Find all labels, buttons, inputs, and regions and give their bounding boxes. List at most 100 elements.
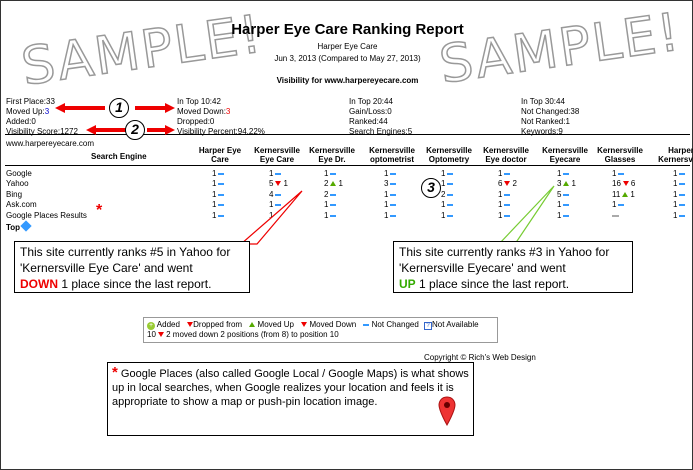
- column-header: Kernersville Eyecare: [542, 146, 588, 164]
- rank-cell: 1: [673, 211, 686, 220]
- rank-cell: 1: [673, 169, 686, 178]
- not-changed-icon: [679, 182, 686, 185]
- rank-cell: 31: [557, 179, 576, 188]
- copyright: Copyright © Rich's Web Design: [424, 353, 536, 362]
- moved-up-icon: [622, 192, 629, 198]
- report-date-range: Jun 3, 2013 (Compared to May 27, 2013): [274, 54, 421, 63]
- not-changed-icon: [218, 182, 225, 185]
- rank-cell: 1: [324, 200, 337, 209]
- report-title: Harper Eye Care Ranking Report: [231, 21, 464, 38]
- not-changed-icon: [390, 214, 397, 217]
- not-changed-icon: [447, 172, 454, 175]
- engine-yahoo: Yahoo: [6, 179, 29, 188]
- top-diamond-icon: [20, 220, 32, 232]
- not-changed-icon: [618, 172, 625, 175]
- rank-cell: 1: [498, 200, 511, 209]
- column-header: HarperKernersville: [658, 146, 693, 164]
- not-changed-icon: [275, 214, 282, 217]
- not-changed-icon: [447, 182, 454, 185]
- not-changed-icon: [390, 172, 397, 175]
- column-header: Kernersville Eye Care: [254, 146, 300, 164]
- column-header: Kernersville Eye doctor: [483, 146, 529, 164]
- legend-example: 10 2 moved down 2 positions (from 8) to …: [147, 330, 339, 339]
- column-header: Kernersville optometrist: [369, 146, 415, 164]
- not-changed-icon: [330, 214, 337, 217]
- not-changed-icon: [330, 203, 337, 206]
- engine-ask: Ask.com: [6, 200, 37, 209]
- callout-badge-1: 1: [109, 98, 129, 118]
- not-changed-icon: [390, 182, 397, 185]
- not-changed-icon: [275, 203, 282, 206]
- engine-bing: Bing: [6, 190, 23, 199]
- added-icon: +: [147, 322, 155, 330]
- visibility-label: Visibility for www.harpereyecare.com: [276, 76, 419, 85]
- stat-in-top-30: In Top 30:44: [521, 97, 565, 106]
- stat-gain-loss: Gain/Loss:0: [349, 107, 392, 116]
- stat-moved-up: Moved Up:3: [6, 107, 50, 116]
- moved-down-icon: [275, 181, 282, 187]
- site-url[interactable]: www.harpereyecare.com: [6, 139, 94, 148]
- not-changed-icon: [679, 172, 686, 175]
- stat-not-ranked: Not Ranked:1: [521, 117, 570, 126]
- rank-cell: 3: [384, 179, 397, 188]
- not-changed-icon: [218, 193, 225, 196]
- rank-cell: 1: [384, 190, 397, 199]
- not-changed-icon: [330, 172, 337, 175]
- not-changed-icon: [218, 214, 225, 217]
- not-changed-icon: [390, 203, 397, 206]
- rank-cell: 1: [269, 169, 282, 178]
- note-text: Google Places (also called Google Local …: [112, 368, 469, 408]
- not-changed-icon: [679, 214, 686, 217]
- rank-cell: 1: [324, 211, 337, 220]
- top-link[interactable]: Top: [6, 220, 32, 232]
- rank-cell: 51: [269, 179, 288, 188]
- rank-cell: 2: [441, 190, 454, 199]
- rank-cell: 1: [673, 179, 686, 188]
- not-changed-icon: [218, 203, 225, 206]
- not-changed-icon: [504, 193, 511, 196]
- not-changed-icon: [218, 172, 225, 175]
- map-pin-icon: [438, 396, 456, 426]
- rank-cell: 1: [212, 169, 225, 178]
- arrow-left-icon: [86, 125, 126, 135]
- rank-cell: 16 6: [612, 179, 636, 188]
- rank-cell: [612, 211, 619, 220]
- callout-yahoo-rank-5: This site currently ranks #5 in Yahoo fo…: [14, 241, 250, 293]
- report-frame: SAMPLE! SAMPLE! Harper Eye Care Ranking …: [0, 0, 693, 470]
- rank-cell: 1: [441, 179, 454, 188]
- rank-cell: 1: [673, 200, 686, 209]
- rank-cell: 1: [212, 211, 225, 220]
- rank-cell: 1: [673, 190, 686, 199]
- moved-up-icon: [330, 181, 337, 187]
- callout-badge-3: 3: [421, 178, 441, 198]
- not-changed-icon: [447, 193, 454, 196]
- legend-not-available: ? Not Available: [424, 320, 479, 330]
- not-changed-icon: [679, 193, 686, 196]
- rank-cell: 1: [498, 190, 511, 199]
- rank-cell: 1: [557, 211, 570, 220]
- rank-cell: 1: [384, 211, 397, 220]
- legend-moved-up: Moved Up: [247, 320, 294, 329]
- column-header: Kernersville Optometry: [426, 146, 472, 164]
- rank-cell: 1: [612, 200, 625, 209]
- rank-cell: 1: [498, 211, 511, 220]
- not-changed-icon: [563, 172, 570, 175]
- legend: + Added Dropped from Moved Up Moved Down…: [143, 317, 498, 343]
- not-changed-icon: [330, 193, 337, 196]
- google-places-asterisk: *: [96, 202, 103, 219]
- stat-in-top-10: In Top 10:42: [177, 97, 221, 106]
- legend-dropped: Dropped from: [185, 320, 242, 329]
- legend-moved-down: Moved Down: [299, 320, 356, 329]
- rank-cell: 1: [269, 211, 282, 220]
- not-changed-icon: [563, 203, 570, 206]
- not-available-icon: ?: [424, 322, 433, 330]
- stat-first-place: First Place:33: [6, 97, 55, 106]
- arrow-right-icon: [135, 103, 175, 113]
- search-engine-header: Search Engine: [91, 152, 147, 161]
- not-changed-icon: [618, 203, 625, 206]
- not-changed-icon: [504, 172, 511, 175]
- stat-ranked: Ranked:44: [349, 117, 388, 126]
- not-changed-icon: [447, 203, 454, 206]
- column-header: Kernersville Eye Dr.: [309, 146, 355, 164]
- rank-cell: 1: [557, 200, 570, 209]
